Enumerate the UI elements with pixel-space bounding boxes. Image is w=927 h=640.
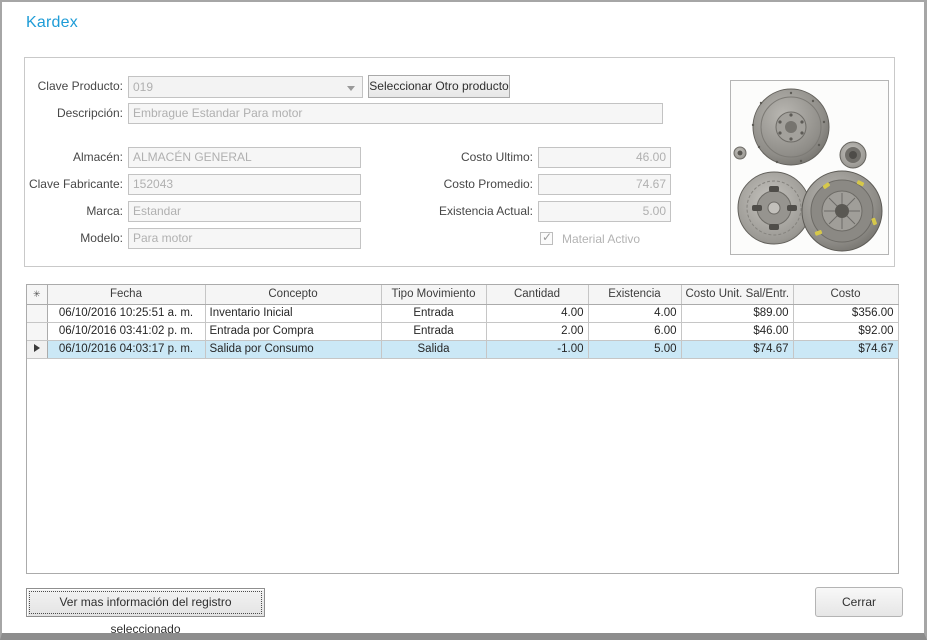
col-header-tipo-movimiento[interactable]: Tipo Movimiento	[381, 285, 487, 305]
cell-concepto[interactable]: Inventario Inicial	[205, 304, 382, 323]
cell-concepto[interactable]: Salida por Consumo	[205, 340, 382, 359]
cell-existencia[interactable]: 5.00	[588, 340, 682, 359]
cell-existencia[interactable]: 4.00	[588, 304, 682, 323]
grid-row-3-selected[interactable]: 06/10/2016 04:03:17 p. m. Salida por Con…	[27, 340, 899, 359]
row-selector-cell[interactable]	[27, 340, 48, 359]
grid-header-row: ✳ Fecha Concepto Tipo Movimiento Cantida…	[27, 285, 899, 305]
existencia-actual-label: Existencia Actual:	[438, 204, 533, 218]
page-title: Kardex	[26, 14, 78, 31]
seleccionar-otro-producto-button[interactable]: Seleccionar Otro producto	[368, 75, 510, 98]
costo-ultimo-field[interactable]: 46.00	[538, 147, 671, 168]
product-info-groupbox: Clave Producto: 019 Seleccionar Otro pro…	[24, 57, 895, 267]
cell-concepto[interactable]: Entrada por Compra	[205, 322, 382, 341]
col-header-fecha[interactable]: Fecha	[47, 285, 206, 305]
cell-costo[interactable]: $74.67	[793, 340, 899, 359]
col-header-costo-unit[interactable]: Costo Unit. Sal/Entr.	[681, 285, 794, 305]
kardex-grid: ✳ Fecha Concepto Tipo Movimiento Cantida…	[26, 284, 899, 574]
col-header-costo[interactable]: Costo	[793, 285, 899, 305]
clave-producto-label: Clave Producto:	[37, 79, 123, 93]
clave-producto-combo[interactable]: 019	[128, 76, 363, 98]
cell-tipo[interactable]: Entrada	[381, 304, 487, 323]
material-activo-label: Material Activo	[562, 231, 641, 246]
product-image	[730, 80, 889, 255]
clave-fabricante-label: Clave Fabricante:	[28, 177, 123, 191]
cell-costo[interactable]: $356.00	[793, 304, 899, 323]
cerrar-button[interactable]: Cerrar	[815, 587, 903, 617]
clave-producto-value: 019	[133, 80, 154, 94]
marca-label: Marca:	[86, 204, 123, 218]
row-selector-header: ✳	[27, 285, 48, 305]
row-selector-cell[interactable]	[27, 304, 48, 323]
col-header-concepto[interactable]: Concepto	[205, 285, 382, 305]
current-row-arrow-icon	[33, 343, 40, 352]
row-selector-cell[interactable]	[27, 322, 48, 341]
costo-promedio-label: Costo Promedio:	[443, 177, 533, 191]
asterisk-icon: ✳	[32, 288, 41, 299]
costo-ultimo-label: Costo Ultimo:	[460, 150, 533, 164]
descripcion-field[interactable]: Embrague Estandar Para motor	[128, 103, 663, 124]
cell-cantidad[interactable]: 2.00	[486, 322, 589, 341]
material-activo-row: ✓ Material Activo	[540, 230, 640, 246]
checkmark-icon: ✓	[542, 230, 553, 245]
material-activo-checkbox[interactable]: ✓	[540, 230, 553, 246]
marca-field[interactable]: Estandar	[128, 201, 361, 222]
kardex-window: Kardex Clave Producto: 019 Seleccionar O…	[0, 0, 927, 640]
cell-existencia[interactable]: 6.00	[588, 322, 682, 341]
almacen-label: Almacén:	[72, 150, 123, 164]
cell-costo-unit[interactable]: $74.67	[681, 340, 794, 359]
cell-tipo[interactable]: Salida	[381, 340, 487, 359]
col-header-cantidad[interactable]: Cantidad	[486, 285, 589, 305]
ver-mas-informacion-button[interactable]: Ver mas información del registro selecci…	[26, 588, 265, 633]
cell-costo-unit[interactable]: $46.00	[681, 322, 794, 341]
cell-fecha[interactable]: 06/10/2016 04:03:17 p. m.	[47, 340, 206, 359]
cell-costo-unit[interactable]: $89.00	[681, 304, 794, 323]
chevron-down-icon	[347, 86, 355, 91]
grid-row-2[interactable]: 06/10/2016 03:41:02 p. m. Entrada por Co…	[27, 322, 899, 341]
cell-tipo[interactable]: Entrada	[381, 322, 487, 341]
modelo-field[interactable]: Para motor	[128, 228, 361, 249]
existencia-actual-field[interactable]: 5.00	[538, 201, 671, 222]
grid-row-1[interactable]: 06/10/2016 10:25:51 a. m. Inventario Ini…	[27, 304, 899, 323]
cell-fecha[interactable]: 06/10/2016 10:25:51 a. m.	[47, 304, 206, 323]
col-header-existencia[interactable]: Existencia	[588, 285, 682, 305]
descripcion-label: Descripción:	[56, 106, 123, 120]
almacen-field[interactable]: ALMACÉN GENERAL	[128, 147, 361, 168]
cell-cantidad[interactable]: 4.00	[486, 304, 589, 323]
cell-cantidad[interactable]: -1.00	[486, 340, 589, 359]
cell-fecha[interactable]: 06/10/2016 03:41:02 p. m.	[47, 322, 206, 341]
costo-promedio-field[interactable]: 74.67	[538, 174, 671, 195]
clutch-kit-illustration	[731, 81, 888, 254]
modelo-label: Modelo:	[80, 231, 123, 245]
clave-fabricante-field[interactable]: 152043	[128, 174, 361, 195]
cell-costo[interactable]: $92.00	[793, 322, 899, 341]
